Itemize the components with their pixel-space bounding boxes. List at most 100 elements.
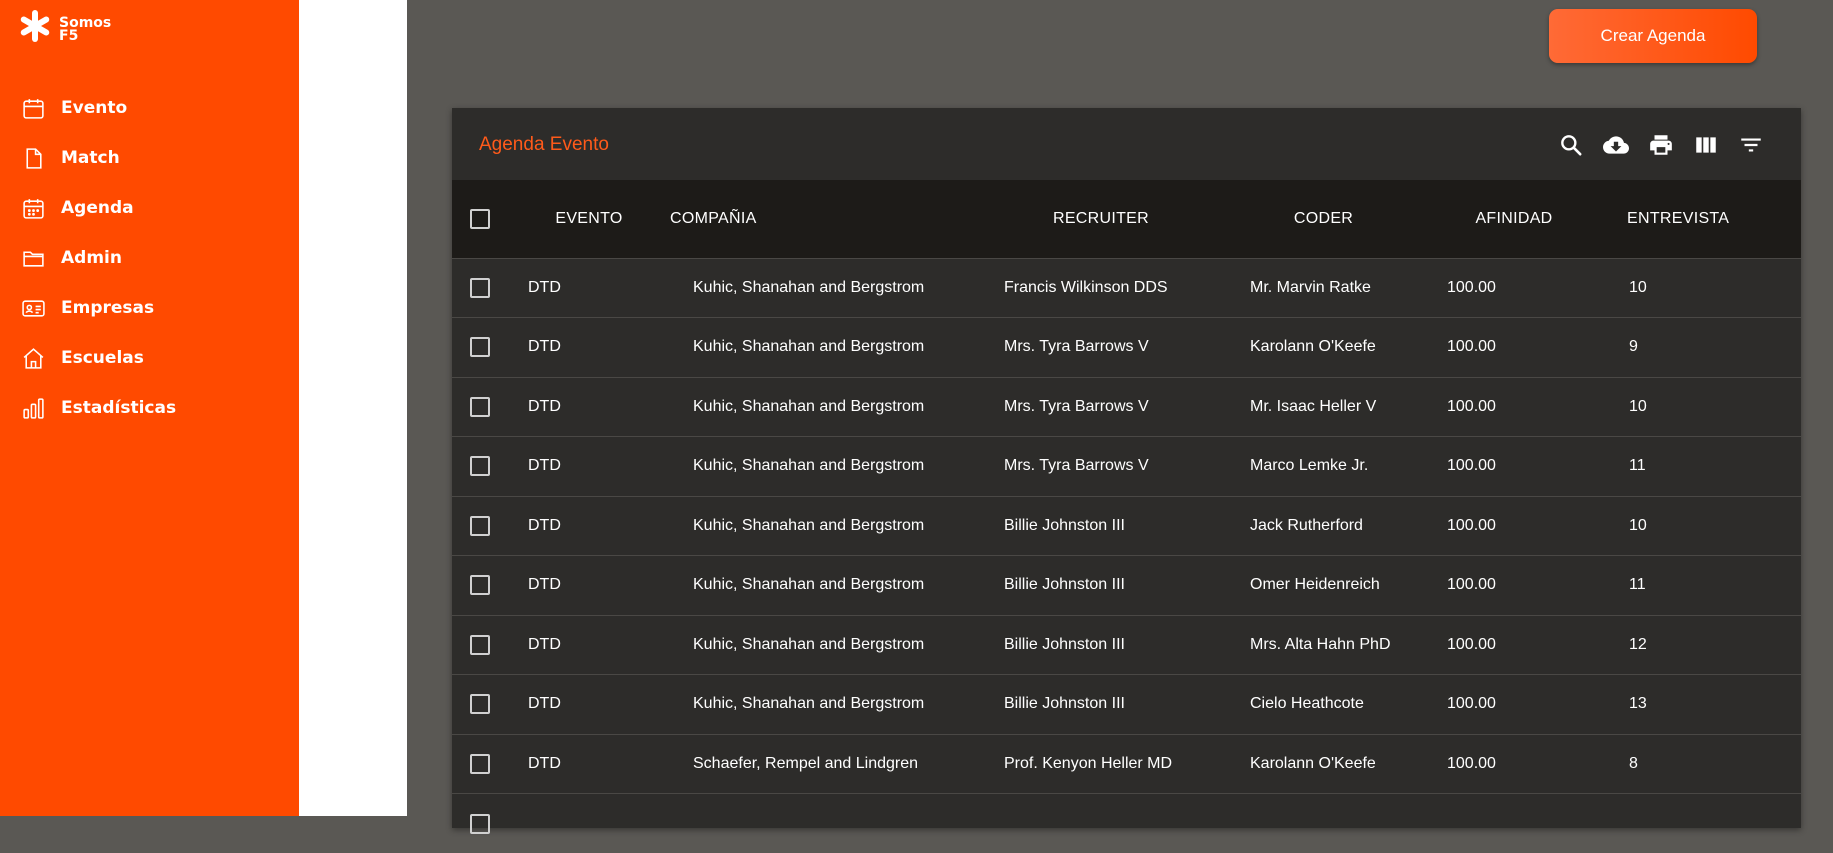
cell-recruiter: Mrs. Tyra Barrows V xyxy=(982,318,1220,378)
flower-logo-icon xyxy=(19,9,51,43)
download-button[interactable] xyxy=(1601,130,1631,160)
cell-compania: Kuhic, Shanahan and Bergstrom xyxy=(670,437,982,497)
table-row[interactable]: DTDKuhic, Shanahan and BergstromMrs. Tyr… xyxy=(452,377,1801,437)
cell-evento: DTD xyxy=(508,615,670,675)
sidebar-item-admin[interactable]: Admin xyxy=(0,233,299,283)
agenda-table-panel: Agenda Evento xyxy=(452,108,1801,828)
cell-entrevista: 10 xyxy=(1601,496,1801,556)
cell-afinidad: 100.00 xyxy=(1427,556,1601,616)
sidebar-item-agenda[interactable]: Agenda xyxy=(0,183,299,233)
table-toolbar: Agenda Evento xyxy=(452,108,1801,180)
brand-logo[interactable]: Somos F5 xyxy=(19,9,111,43)
sidebar-item-label: Admin xyxy=(61,248,122,268)
sidebar-item-empresas[interactable]: Empresas xyxy=(0,283,299,333)
calendar-icon xyxy=(21,96,46,121)
cell-evento: DTD xyxy=(508,377,670,437)
sidebar-item-label: Empresas xyxy=(61,298,154,318)
cell-afinidad: 100.00 xyxy=(1427,318,1601,378)
sidebar-item-label: Escuelas xyxy=(61,348,144,368)
file-icon xyxy=(21,146,46,171)
columns-icon xyxy=(1693,132,1719,158)
main-content: Crear Agenda Agenda Evento xyxy=(407,0,1833,816)
cell-coder: Karolann O'Keefe xyxy=(1220,318,1427,378)
row-checkbox-cell xyxy=(452,377,508,437)
print-button[interactable] xyxy=(1646,130,1676,160)
column-header-compania[interactable]: COMPAÑIA xyxy=(670,180,982,258)
cell-compania: Kuhic, Shanahan and Bergstrom xyxy=(670,675,982,735)
row-checkbox-cell xyxy=(452,794,508,853)
row-checkbox[interactable] xyxy=(470,694,490,714)
row-checkbox[interactable] xyxy=(470,278,490,298)
cell-evento: DTD xyxy=(508,675,670,735)
cell-evento: DTD xyxy=(508,556,670,616)
table-row[interactable]: DTDKuhic, Shanahan and BergstromFrancis … xyxy=(452,258,1801,318)
cell-compania: Kuhic, Shanahan and Bergstrom xyxy=(670,615,982,675)
row-checkbox[interactable] xyxy=(470,397,490,417)
agenda-table: EVENTO COMPAÑIA RECRUITER CODER AFINIDAD… xyxy=(452,180,1801,853)
row-checkbox[interactable] xyxy=(470,635,490,655)
cell-recruiter: Mrs. Tyra Barrows V xyxy=(982,437,1220,497)
column-header-coder[interactable]: CODER xyxy=(1220,180,1427,258)
cell-entrevista: 12 xyxy=(1601,615,1801,675)
sidebar-item-evento[interactable]: Evento xyxy=(0,83,299,133)
cell-coder: Omer Heidenreich xyxy=(1220,556,1427,616)
table-row[interactable]: DTDKuhic, Shanahan and BergstromBillie J… xyxy=(452,556,1801,616)
cell-recruiter: Francis Wilkinson DDS xyxy=(982,258,1220,318)
table-row[interactable]: DTDKuhic, Shanahan and BergstromBillie J… xyxy=(452,496,1801,556)
row-checkbox[interactable] xyxy=(470,516,490,536)
column-header-afinidad[interactable]: AFINIDAD xyxy=(1427,180,1601,258)
cell-coder xyxy=(1220,794,1427,853)
brand-line2: F5 xyxy=(59,30,111,43)
cell-recruiter: Billie Johnston III xyxy=(982,615,1220,675)
cell-coder: Mr. Isaac Heller V xyxy=(1220,377,1427,437)
cell-evento: DTD xyxy=(508,318,670,378)
table-header-row: EVENTO COMPAÑIA RECRUITER CODER AFINIDAD… xyxy=(452,180,1801,258)
cell-evento: DTD xyxy=(508,734,670,794)
sidebar-item-estadisticas[interactable]: Estadísticas xyxy=(0,383,299,433)
table-row[interactable]: DTDSchaefer, Rempel and LindgrenProf. Ke… xyxy=(452,734,1801,794)
row-checkbox[interactable] xyxy=(470,575,490,595)
table-row[interactable]: DTDKuhic, Shanahan and BergstromMrs. Tyr… xyxy=(452,437,1801,497)
column-header-recruiter[interactable]: RECRUITER xyxy=(982,180,1220,258)
cell-afinidad: 100.00 xyxy=(1427,734,1601,794)
row-checkbox-cell xyxy=(452,496,508,556)
filter-button[interactable] xyxy=(1736,130,1766,160)
cell-entrevista: 13 xyxy=(1601,675,1801,735)
id-card-icon xyxy=(21,296,46,321)
cell-afinidad: 100.00 xyxy=(1427,377,1601,437)
row-checkbox-cell xyxy=(452,556,508,616)
column-header-entrevista[interactable]: ENTREVISTA xyxy=(1601,180,1801,258)
filter-icon xyxy=(1738,132,1764,158)
cell-compania: Kuhic, Shanahan and Bergstrom xyxy=(670,556,982,616)
row-checkbox[interactable] xyxy=(470,456,490,476)
cell-afinidad xyxy=(1427,794,1601,853)
cell-entrevista: 9 xyxy=(1601,318,1801,378)
cell-coder: Jack Rutherford xyxy=(1220,496,1427,556)
table-row[interactable]: DTDKuhic, Shanahan and BergstromMrs. Tyr… xyxy=(452,318,1801,378)
view-columns-button[interactable] xyxy=(1691,130,1721,160)
sidebar-item-label: Evento xyxy=(61,98,127,118)
sidebar-item-escuelas[interactable]: Escuelas xyxy=(0,333,299,383)
row-checkbox[interactable] xyxy=(470,754,490,774)
column-header-evento[interactable]: EVENTO xyxy=(508,180,670,258)
cell-recruiter xyxy=(982,794,1220,853)
cell-coder: Karolann O'Keefe xyxy=(1220,734,1427,794)
cell-evento: DTD xyxy=(508,258,670,318)
print-icon xyxy=(1648,132,1674,158)
table-row[interactable]: DTDKuhic, Shanahan and BergstromBillie J… xyxy=(452,675,1801,735)
cell-compania: Kuhic, Shanahan and Bergstrom xyxy=(670,318,982,378)
cloud-download-icon xyxy=(1603,132,1629,158)
row-checkbox[interactable] xyxy=(470,337,490,357)
search-button[interactable] xyxy=(1556,130,1586,160)
sidebar-item-label: Agenda xyxy=(61,198,134,218)
table-body: DTDKuhic, Shanahan and BergstromFrancis … xyxy=(452,258,1801,853)
row-checkbox[interactable] xyxy=(470,814,490,834)
table-row[interactable]: DTDKuhic, Shanahan and BergstromBillie J… xyxy=(452,615,1801,675)
cell-coder: Mr. Marvin Ratke xyxy=(1220,258,1427,318)
sidebar-item-match[interactable]: Match xyxy=(0,133,299,183)
table-row[interactable] xyxy=(452,794,1801,853)
select-all-checkbox[interactable] xyxy=(470,209,490,229)
create-agenda-button[interactable]: Crear Agenda xyxy=(1549,9,1757,63)
search-icon xyxy=(1558,132,1584,158)
cell-recruiter: Billie Johnston III xyxy=(982,496,1220,556)
